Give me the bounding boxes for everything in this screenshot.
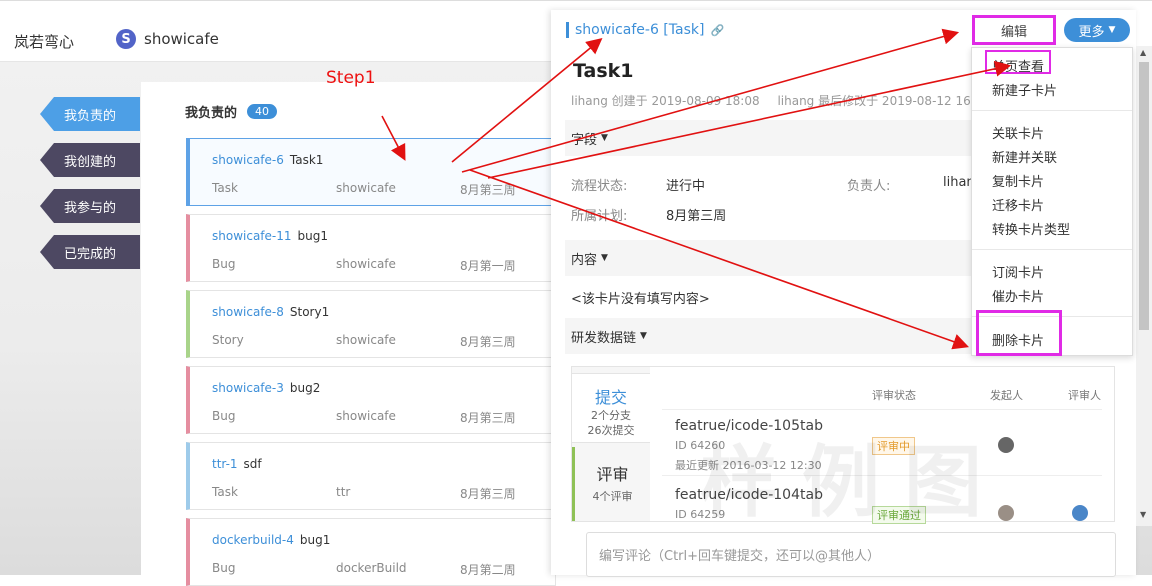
watermark: 样例图 [700,438,1007,528]
step-annotation: Step1 [326,68,376,88]
arrow-to-crumb [451,37,603,163]
arrow-step-to-card [381,115,406,161]
arrow-to-edit [461,28,960,173]
arrow-to-delete [469,169,970,350]
arrow-to-new-subcard [487,60,1012,179]
